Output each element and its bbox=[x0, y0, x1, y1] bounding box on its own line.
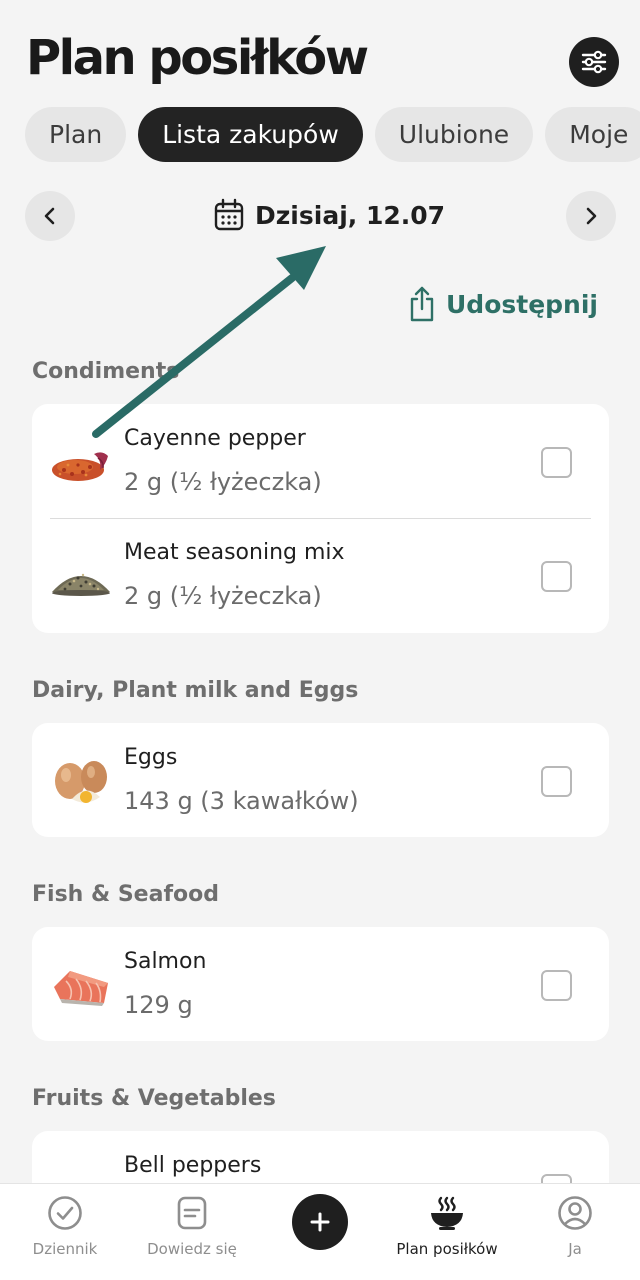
add-button[interactable] bbox=[292, 1194, 348, 1250]
item-quantity: 2 g (½ łyżeczka) bbox=[124, 582, 322, 610]
user-circle-icon bbox=[558, 1196, 592, 1230]
share-icon bbox=[410, 286, 434, 322]
tab-favorites[interactable]: Ulubione bbox=[374, 107, 534, 162]
item-name: Eggs bbox=[124, 745, 178, 770]
nav-learn[interactable]: Dowiedz się bbox=[127, 1194, 257, 1258]
section-card-condiments: Cayenne pepper 2 g (½ łyżeczka) Meat sea… bbox=[32, 404, 609, 633]
item-checkbox[interactable] bbox=[541, 970, 572, 1001]
section-title-fruits-vegetables: Fruits & Vegetables bbox=[32, 1086, 276, 1111]
list-item[interactable]: Meat seasoning mix 2 g (½ łyżeczka) bbox=[32, 518, 609, 632]
filter-button[interactable] bbox=[569, 37, 619, 87]
section-title-fish: Fish & Seafood bbox=[32, 882, 219, 907]
tab-bar: Plan Lista zakupów Ulubione Moje bbox=[25, 107, 640, 162]
section-title-dairy: Dairy, Plant milk and Eggs bbox=[32, 678, 359, 703]
nav-meal-plan-label: Plan posiłków bbox=[396, 1240, 498, 1258]
chevron-right-icon bbox=[586, 207, 597, 225]
list-item[interactable]: Eggs 143 g (3 kawałków) bbox=[32, 723, 609, 837]
article-icon bbox=[177, 1196, 207, 1230]
list-item[interactable]: Cayenne pepper 2 g (½ łyżeczka) bbox=[32, 404, 609, 518]
item-quantity: 129 g bbox=[124, 991, 193, 1019]
tab-mine[interactable]: Moje bbox=[545, 107, 640, 162]
item-name: Cayenne pepper bbox=[124, 426, 306, 451]
item-name: Bell peppers bbox=[124, 1153, 262, 1178]
tab-shopping-list[interactable]: Lista zakupów bbox=[138, 107, 363, 162]
date-label: Dzisiaj, 12.07 bbox=[255, 200, 446, 230]
previous-day-button[interactable] bbox=[25, 191, 75, 241]
nav-me-label: Ja bbox=[568, 1240, 582, 1258]
next-day-button[interactable] bbox=[566, 191, 616, 241]
item-quantity: 143 g (3 kawałków) bbox=[124, 787, 359, 815]
sliders-icon bbox=[581, 50, 607, 74]
item-checkbox[interactable] bbox=[541, 766, 572, 797]
share-button[interactable]: Udostępnij bbox=[408, 285, 598, 323]
seasoning-mix-image bbox=[52, 573, 110, 596]
section-title-condiments: Condiments bbox=[32, 359, 180, 384]
nav-meal-plan[interactable]: Plan posiłków bbox=[382, 1194, 512, 1258]
check-circle-icon bbox=[48, 1196, 82, 1230]
chevron-left-icon bbox=[44, 207, 55, 225]
section-card-dairy: Eggs 143 g (3 kawałków) bbox=[32, 723, 609, 837]
salmon-image bbox=[54, 971, 108, 1006]
item-checkbox[interactable] bbox=[541, 561, 572, 592]
page-title: Plan posiłków bbox=[26, 30, 369, 86]
date-selector[interactable]: Dzisiaj, 12.07 bbox=[213, 198, 445, 232]
nav-learn-label: Dowiedz się bbox=[147, 1240, 237, 1258]
item-name: Meat seasoning mix bbox=[124, 540, 345, 565]
eggs-image bbox=[55, 761, 107, 803]
tab-plan[interactable]: Plan bbox=[25, 107, 127, 162]
nav-diary-label: Dziennik bbox=[32, 1240, 98, 1258]
item-quantity: 2 g (½ łyżeczka) bbox=[124, 468, 322, 496]
list-item[interactable]: Salmon 129 g bbox=[32, 927, 609, 1041]
item-checkbox[interactable] bbox=[541, 447, 572, 478]
bottom-navigation: Dziennik Dowiedz się Plan posiłków Ja bbox=[0, 1183, 640, 1280]
item-name: Salmon bbox=[124, 949, 207, 974]
nav-me[interactable]: Ja bbox=[510, 1194, 640, 1258]
steaming-bowl-icon bbox=[431, 1196, 463, 1230]
share-label: Udostępnij bbox=[446, 289, 598, 319]
nav-diary[interactable]: Dziennik bbox=[0, 1194, 130, 1258]
section-card-fish: Salmon 129 g bbox=[32, 927, 609, 1041]
calendar-icon bbox=[214, 198, 244, 231]
cayenne-pepper-image bbox=[52, 452, 108, 481]
plus-icon bbox=[310, 1212, 330, 1232]
